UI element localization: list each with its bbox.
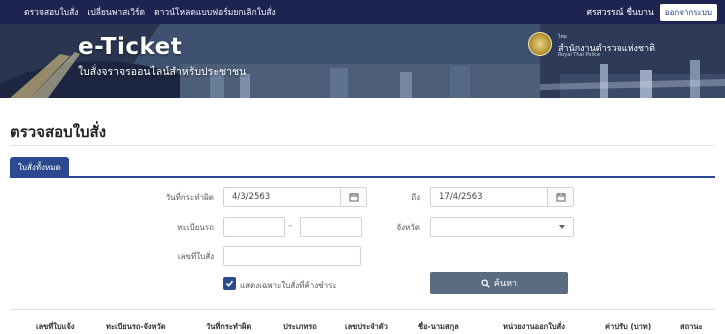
- page: ตรวจสอบใบสั่ง เปลี่ยนพาสเวิร์ด ดาวน์โหลด…: [0, 0, 725, 334]
- ticket-number-label: เลขที่ใบสั่ง: [177, 252, 214, 261]
- nav-check-ticket[interactable]: ตรวจสอบใบสั่ง: [24, 5, 78, 19]
- calendar-icon[interactable]: [340, 188, 366, 206]
- unpaid-only-label: แสดงเฉพาะใบสั่งที่ค้างชำระ: [240, 281, 337, 290]
- plate-separator: -: [289, 221, 293, 231]
- plate-part1-input[interactable]: [223, 217, 285, 237]
- chevron-down-icon: [559, 225, 565, 229]
- date-to-field[interactable]: 17/4/2563: [430, 187, 574, 207]
- column-header-fine-amount[interactable]: ค่าปรับ (บาท): [605, 321, 651, 333]
- user-name: ศรสวรรณ์ ชื่นบาน: [586, 8, 654, 18]
- date-from-field[interactable]: 4/3/2563: [223, 187, 367, 207]
- plate-label: ทะเบียนรถ: [177, 223, 214, 232]
- column-header-plate-province[interactable]: ทะเบียนรถ-จังหวัด: [106, 321, 166, 333]
- title-divider: [10, 145, 715, 146]
- police-seal-icon: [528, 32, 552, 56]
- column-header-status[interactable]: สถานะ: [680, 321, 703, 333]
- check-icon: [225, 280, 234, 287]
- calendar-icon[interactable]: [547, 188, 573, 206]
- search-button-label: ค้นหา: [493, 279, 518, 289]
- date-to-label: ถึง: [411, 193, 420, 202]
- province-select[interactable]: [430, 217, 574, 237]
- tab-underline: [10, 176, 715, 178]
- date-to-value: 17/4/2563: [439, 192, 483, 202]
- tab-all-tickets[interactable]: ใบสั่งทั้งหมด: [10, 157, 69, 177]
- column-header-id-number[interactable]: เลขประจำตัว: [345, 321, 388, 333]
- page-title: ตรวจสอบใบสั่ง: [10, 123, 107, 141]
- nav-change-password[interactable]: เปลี่ยนพาสเวิร์ด: [87, 5, 145, 19]
- unpaid-only-checkbox[interactable]: [223, 277, 236, 290]
- date-from-value: 4/3/2563: [232, 192, 271, 202]
- top-nav-bar: ตรวจสอบใบสั่ง เปลี่ยนพาสเวิร์ด ดาวน์โหลด…: [0, 0, 725, 24]
- column-header-full-name[interactable]: ชื่อ-นามสกุล: [418, 321, 459, 333]
- agency-name-en: Royal Thai Police: [558, 52, 601, 58]
- column-header-issuing-unit[interactable]: หน่วยงานออกใบสั่ง: [503, 321, 565, 333]
- brand-logo-text: e-Ticket: [78, 34, 183, 60]
- column-header-vehicle-type[interactable]: ประเภทรถ: [283, 321, 317, 333]
- top-nav: ตรวจสอบใบสั่ง เปลี่ยนพาสเวิร์ด ดาวน์โหลด…: [24, 5, 276, 19]
- column-header-notice-no[interactable]: เลขที่ใบแจ้ง: [36, 321, 75, 333]
- brand-tagline: ใบสั่งจราจรออนไลน์สำหรับประชาชน: [78, 66, 247, 78]
- ticket-number-input[interactable]: [223, 246, 361, 266]
- user-area: ศรสวรรณ์ ชื่นบาน ออกจากระบบ: [586, 3, 717, 21]
- plate-part2-input[interactable]: [300, 217, 362, 237]
- date-from-label: วันที่กระทำผิด: [165, 193, 214, 202]
- search-button[interactable]: ค้นหา: [430, 272, 568, 294]
- results-table-header: เลขที่ใบแจ้ง ทะเบียนรถ-จังหวัด วันที่กระ…: [10, 309, 715, 334]
- header-banner: e-Ticket ใบสั่งจราจรออนไลน์สำหรับประชาชน…: [0, 24, 725, 98]
- agency-subtitle: ไทย: [558, 34, 567, 40]
- search-icon: [481, 278, 490, 288]
- column-header-offense-date[interactable]: วันที่กระทำผิด: [206, 321, 251, 333]
- logout-button[interactable]: ออกจากระบบ: [659, 3, 717, 21]
- nav-download-cancel-form[interactable]: ดาวน์โหลดแบบฟอร์มยกเลิกใบสั่ง: [154, 5, 276, 19]
- province-label: จังหวัด: [396, 223, 420, 232]
